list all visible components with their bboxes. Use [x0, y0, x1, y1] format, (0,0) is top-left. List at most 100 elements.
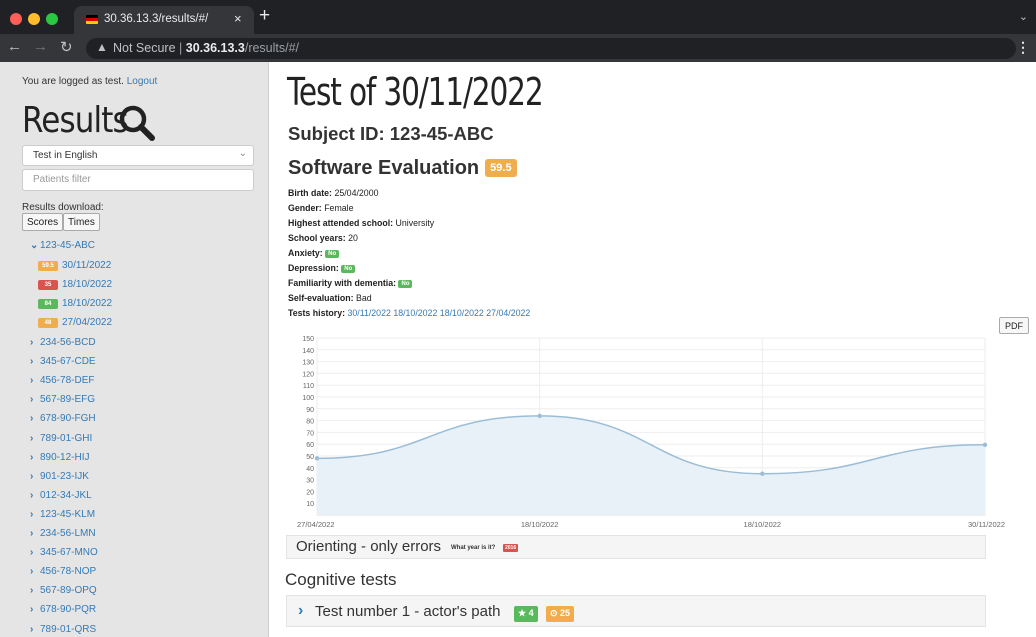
- language-select[interactable]: Test in English ⌄: [22, 145, 254, 166]
- school-row: Highest attended school: University: [288, 218, 434, 228]
- info-label: Gender:: [288, 203, 322, 213]
- search-icon[interactable]: [118, 104, 158, 144]
- subject-item[interactable]: › 678-90-PQR: [30, 604, 96, 615]
- times-download-button[interactable]: Times: [63, 213, 100, 231]
- chevron-right-icon: ›: [30, 489, 34, 501]
- minimize-window-button[interactable]: [28, 13, 40, 25]
- page-title: Test of 30/11/2022: [287, 70, 544, 114]
- back-arrow-icon[interactable]: ←: [7, 38, 22, 55]
- chevron-right-icon: ›: [298, 602, 304, 619]
- test-panel-1[interactable]: › Test number 1 - actor's path ★ 4 ⊙ 25: [286, 595, 986, 627]
- subject-item[interactable]: › 678-90-FGH: [30, 413, 96, 424]
- birth-date-row: Birth date: 25/04/2000: [288, 188, 378, 198]
- close-window-button[interactable]: [10, 13, 22, 25]
- anxiety-row: Anxiety: No: [288, 248, 340, 258]
- y-tick-label: 150: [302, 336, 314, 343]
- history-link[interactable]: 18/10/2022: [393, 308, 437, 318]
- y-tick-label: 70: [306, 430, 314, 437]
- test-date-label: 18/10/2022: [62, 298, 113, 309]
- address-bar[interactable]: ▲ Not Secure | 30.36.13.3/results/#/: [86, 38, 1016, 59]
- forward-arrow-icon[interactable]: →: [33, 38, 48, 55]
- url-separator: |: [179, 41, 183, 55]
- subject-item[interactable]: › 789-01-QRS: [30, 624, 96, 635]
- subject-label: 234-56-BCD: [40, 337, 96, 348]
- subject-item[interactable]: › 890-12-HIJ: [30, 452, 89, 463]
- history-link[interactable]: 27/04/2022: [486, 308, 530, 318]
- school-years-row: School years: 20: [288, 233, 358, 243]
- subject-item[interactable]: › 012-34-JKL: [30, 490, 92, 501]
- test-title: Test number 1 - actor's path: [315, 603, 501, 620]
- gender-row: Gender: Female: [288, 203, 354, 213]
- chevron-right-icon: ›: [30, 528, 34, 539]
- subject-label: 012-34-JKL: [40, 489, 92, 501]
- subject-item[interactable]: › 456-78-DEF: [30, 375, 94, 386]
- subject-label: 901-23-IJK: [40, 470, 89, 482]
- test-date-item[interactable]: 48 27/04/2022: [38, 317, 112, 328]
- new-tab-button[interactable]: +: [259, 6, 270, 26]
- subject-item[interactable]: › 345-67-CDE: [30, 356, 96, 367]
- browser-tab-bar: 30.36.13.3/results/#/ × + ⌄: [0, 0, 1036, 34]
- evaluation-score-badge: 59.5: [485, 159, 517, 177]
- info-value: 20: [348, 233, 358, 243]
- y-tick-label: 100: [302, 395, 314, 402]
- test-date-item[interactable]: 59.5 30/11/2022: [38, 260, 111, 271]
- subject-label: 456-78-NOP: [40, 566, 97, 578]
- x-tick-label: 18/10/2022: [521, 520, 559, 529]
- area-fill: [317, 415, 985, 515]
- browser-menu-icon[interactable]: ⋮: [1016, 39, 1030, 56]
- subject-item[interactable]: › 789-01-GHI: [30, 433, 92, 444]
- y-tick-label: 140: [302, 348, 314, 355]
- chevron-down-icon: ⌄: [238, 148, 247, 159]
- language-select-value: Test in English: [33, 150, 98, 161]
- x-tick-label: 18/10/2022: [744, 520, 782, 529]
- tests-history-row: Tests history: 30/11/2022 18/10/2022 18/…: [288, 308, 530, 318]
- subject-item[interactable]: › 345-67-MNO: [30, 547, 98, 558]
- data-point: [982, 442, 988, 447]
- subject-item[interactable]: › 234-56-LMN: [30, 528, 96, 539]
- chevron-right-icon: ›: [30, 375, 34, 387]
- scores-download-button[interactable]: Scores: [22, 213, 64, 231]
- chevron-down-icon: ⌄: [30, 240, 39, 251]
- flag-favicon-icon: [86, 15, 98, 24]
- subject-item-expanded[interactable]: ⌄ 123-45-ABC: [30, 240, 95, 251]
- subject-label: 789-01-GHI: [40, 432, 93, 444]
- browser-tab[interactable]: 30.36.13.3/results/#/ ×: [74, 6, 254, 34]
- subject-item[interactable]: › 567-89-EFG: [30, 394, 95, 405]
- subject-label: 890-12-HIJ: [40, 451, 90, 463]
- tab-close-icon[interactable]: ×: [234, 11, 242, 26]
- subject-item[interactable]: › 123-45-KLM: [30, 509, 95, 520]
- reload-icon[interactable]: ↻: [60, 38, 73, 56]
- y-tick-label: 30: [306, 478, 314, 485]
- chevron-right-icon: ›: [30, 508, 34, 520]
- info-value: 25/04/2000: [334, 188, 379, 198]
- subject-item[interactable]: › 456-78-NOP: [30, 566, 96, 577]
- time-badge: ⊙ 25: [546, 606, 575, 622]
- anxiety-badge: No: [325, 250, 340, 258]
- tab-search-chevron-icon[interactable]: ⌄: [1019, 10, 1028, 23]
- history-link[interactable]: 30/11/2022: [347, 308, 390, 318]
- patients-filter-input[interactable]: Patients filter: [22, 169, 254, 191]
- history-link[interactable]: 18/10/2022: [440, 308, 484, 318]
- y-tick-label: 130: [302, 360, 314, 367]
- maximize-window-button[interactable]: [46, 13, 58, 25]
- score-badge: 84: [38, 299, 58, 309]
- evaluation-heading: Software Evaluation 59.5: [288, 157, 517, 180]
- score-history-chart: 10 20 30 40 50 60 70 80 90 100 110 120 130 140 150 27/0…: [297, 336, 1005, 529]
- tab-title: 30.36.13.3/results/#/: [104, 13, 209, 25]
- test-date-item[interactable]: 35 18/10/2022: [38, 279, 112, 290]
- info-label: School years:: [288, 233, 346, 243]
- subject-item[interactable]: › 567-89-OPQ: [30, 585, 97, 596]
- sidebar: You are logged as test. Logout Results T…: [0, 62, 269, 637]
- data-point: [537, 413, 542, 419]
- evaluation-label: Software Evaluation: [288, 157, 480, 179]
- logout-link[interactable]: Logout: [127, 76, 158, 87]
- y-tick-label: 120: [302, 371, 314, 378]
- orienting-answer-badge: 2016: [503, 544, 519, 552]
- test-date-item[interactable]: 84 18/10/2022: [38, 298, 112, 309]
- info-label: Birth date:: [288, 188, 332, 198]
- url-display[interactable]: Not Secure | 30.36.13.3/results/#/: [113, 41, 299, 55]
- subject-item[interactable]: › 901-23-IJK: [30, 471, 89, 482]
- login-status: You are logged as test. Logout: [22, 76, 157, 87]
- subject-item[interactable]: › 234-56-BCD: [30, 337, 96, 348]
- subject-label: 789-01-QRS: [40, 623, 97, 635]
